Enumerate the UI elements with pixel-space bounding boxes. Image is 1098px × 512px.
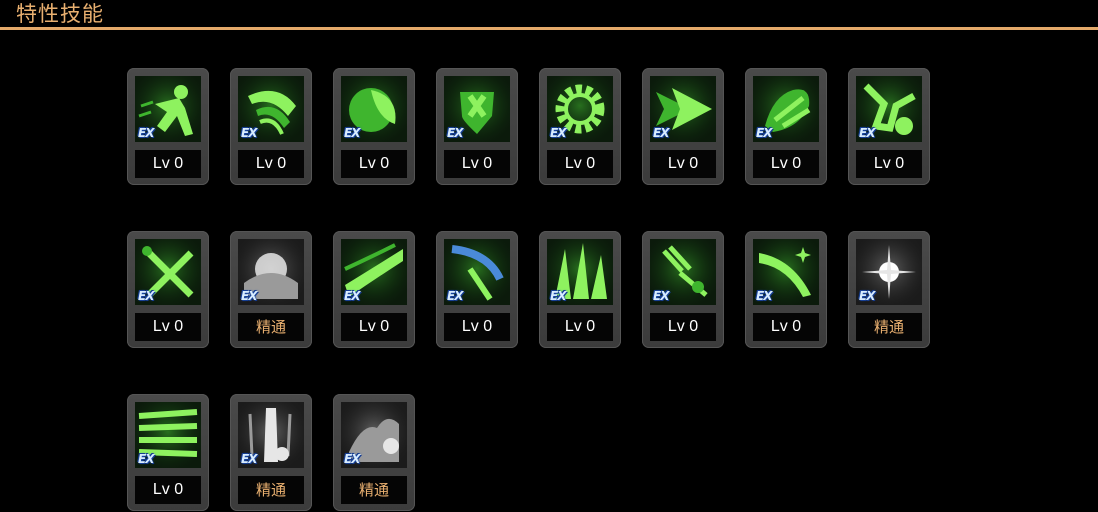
ex-badge: EX xyxy=(138,452,154,466)
green-arrow-burst-icon: EX xyxy=(650,76,716,142)
skill-level: Lv 0 xyxy=(547,150,613,178)
skill-card[interactable]: EX Lv 0 xyxy=(333,231,415,348)
green-gear-icon: EX xyxy=(547,76,613,142)
green-leaf-orb-icon: EX xyxy=(341,76,407,142)
skill-card[interactable]: EX Lv 0 xyxy=(642,231,724,348)
skill-level: Lv 0 xyxy=(753,313,819,341)
skill-card[interactable]: EX Lv 0 xyxy=(436,231,518,348)
ex-badge: EX xyxy=(138,289,154,303)
skill-card[interactable]: EX Lv 0 xyxy=(539,68,621,185)
ex-badge: EX xyxy=(241,452,257,466)
skill-card[interactable]: EX 精通 xyxy=(230,394,312,511)
ex-badge: EX xyxy=(653,126,669,140)
ex-badge: EX xyxy=(653,289,669,303)
skill-card[interactable]: EX Lv 0 xyxy=(745,231,827,348)
green-kick-icon: EX xyxy=(856,76,922,142)
skill-card[interactable]: EX Lv 0 xyxy=(230,68,312,185)
skill-card[interactable]: EX Lv 0 xyxy=(127,394,209,511)
green-shatter-icon: EX xyxy=(650,239,716,305)
skill-card[interactable]: EX Lv 0 xyxy=(127,231,209,348)
green-claw-slash-icon: EX xyxy=(238,76,304,142)
ex-badge: EX xyxy=(344,452,360,466)
skill-level: 精通 xyxy=(341,476,407,504)
ex-badge: EX xyxy=(859,126,875,140)
ex-badge: EX xyxy=(447,126,463,140)
gray-pillar-icon: EX xyxy=(238,402,304,468)
skill-card[interactable]: EX Lv 0 xyxy=(848,68,930,185)
skill-level: 精通 xyxy=(856,313,922,341)
green-figure-icon: EX xyxy=(135,76,201,142)
skill-card[interactable]: EX Lv 0 xyxy=(333,68,415,185)
skill-level: Lv 0 xyxy=(135,150,201,178)
ex-badge: EX xyxy=(859,289,875,303)
gray-explosion-icon: EX xyxy=(238,239,304,305)
skill-card[interactable]: EX 精通 xyxy=(230,231,312,348)
skill-level: Lv 0 xyxy=(444,313,510,341)
skill-level: Lv 0 xyxy=(341,150,407,178)
ex-badge: EX xyxy=(344,126,360,140)
ex-badge: EX xyxy=(241,126,257,140)
green-rising-flames-icon: EX xyxy=(547,239,613,305)
skill-level: Lv 0 xyxy=(444,150,510,178)
skill-card[interactable]: EX Lv 0 xyxy=(745,68,827,185)
skill-card[interactable]: EX Lv 0 xyxy=(127,68,209,185)
skill-level: Lv 0 xyxy=(856,150,922,178)
skill-card[interactable]: EX Lv 0 xyxy=(436,68,518,185)
skill-level: Lv 0 xyxy=(341,313,407,341)
page-title: 特性技能 xyxy=(16,2,104,26)
ex-badge: EX xyxy=(447,289,463,303)
ex-badge: EX xyxy=(756,126,772,140)
skill-level: Lv 0 xyxy=(547,313,613,341)
gray-impact-icon: EX xyxy=(341,402,407,468)
green-shield-cross-icon: EX xyxy=(444,76,510,142)
skill-level: Lv 0 xyxy=(650,150,716,178)
green-wave-slash-icon: EX xyxy=(341,239,407,305)
ex-badge: EX xyxy=(756,289,772,303)
ex-badge: EX xyxy=(138,126,154,140)
green-speed-lines-icon: EX xyxy=(135,402,201,468)
skill-level: Lv 0 xyxy=(238,150,304,178)
ex-badge: EX xyxy=(550,289,566,303)
skill-card[interactable]: EX 精通 xyxy=(848,231,930,348)
skill-level: 精通 xyxy=(238,476,304,504)
skill-level: Lv 0 xyxy=(135,476,201,504)
green-crossed-swords-icon: EX xyxy=(135,239,201,305)
page-header: 特性技能 xyxy=(0,0,1098,30)
green-sparkle-slash-icon: EX xyxy=(753,239,819,305)
ex-badge: EX xyxy=(241,289,257,303)
green-splash-icon: EX xyxy=(753,76,819,142)
skill-level: Lv 0 xyxy=(135,313,201,341)
green-blue-strike-icon: EX xyxy=(444,239,510,305)
skill-card[interactable]: EX Lv 0 xyxy=(539,231,621,348)
skill-level: Lv 0 xyxy=(650,313,716,341)
ex-badge: EX xyxy=(550,126,566,140)
gray-flash-icon: EX xyxy=(856,239,922,305)
skill-card[interactable]: EX Lv 0 xyxy=(642,68,724,185)
skill-card[interactable]: EX 精通 xyxy=(333,394,415,511)
ex-badge: EX xyxy=(344,289,360,303)
skill-level: Lv 0 xyxy=(753,150,819,178)
skill-level: 精通 xyxy=(238,313,304,341)
